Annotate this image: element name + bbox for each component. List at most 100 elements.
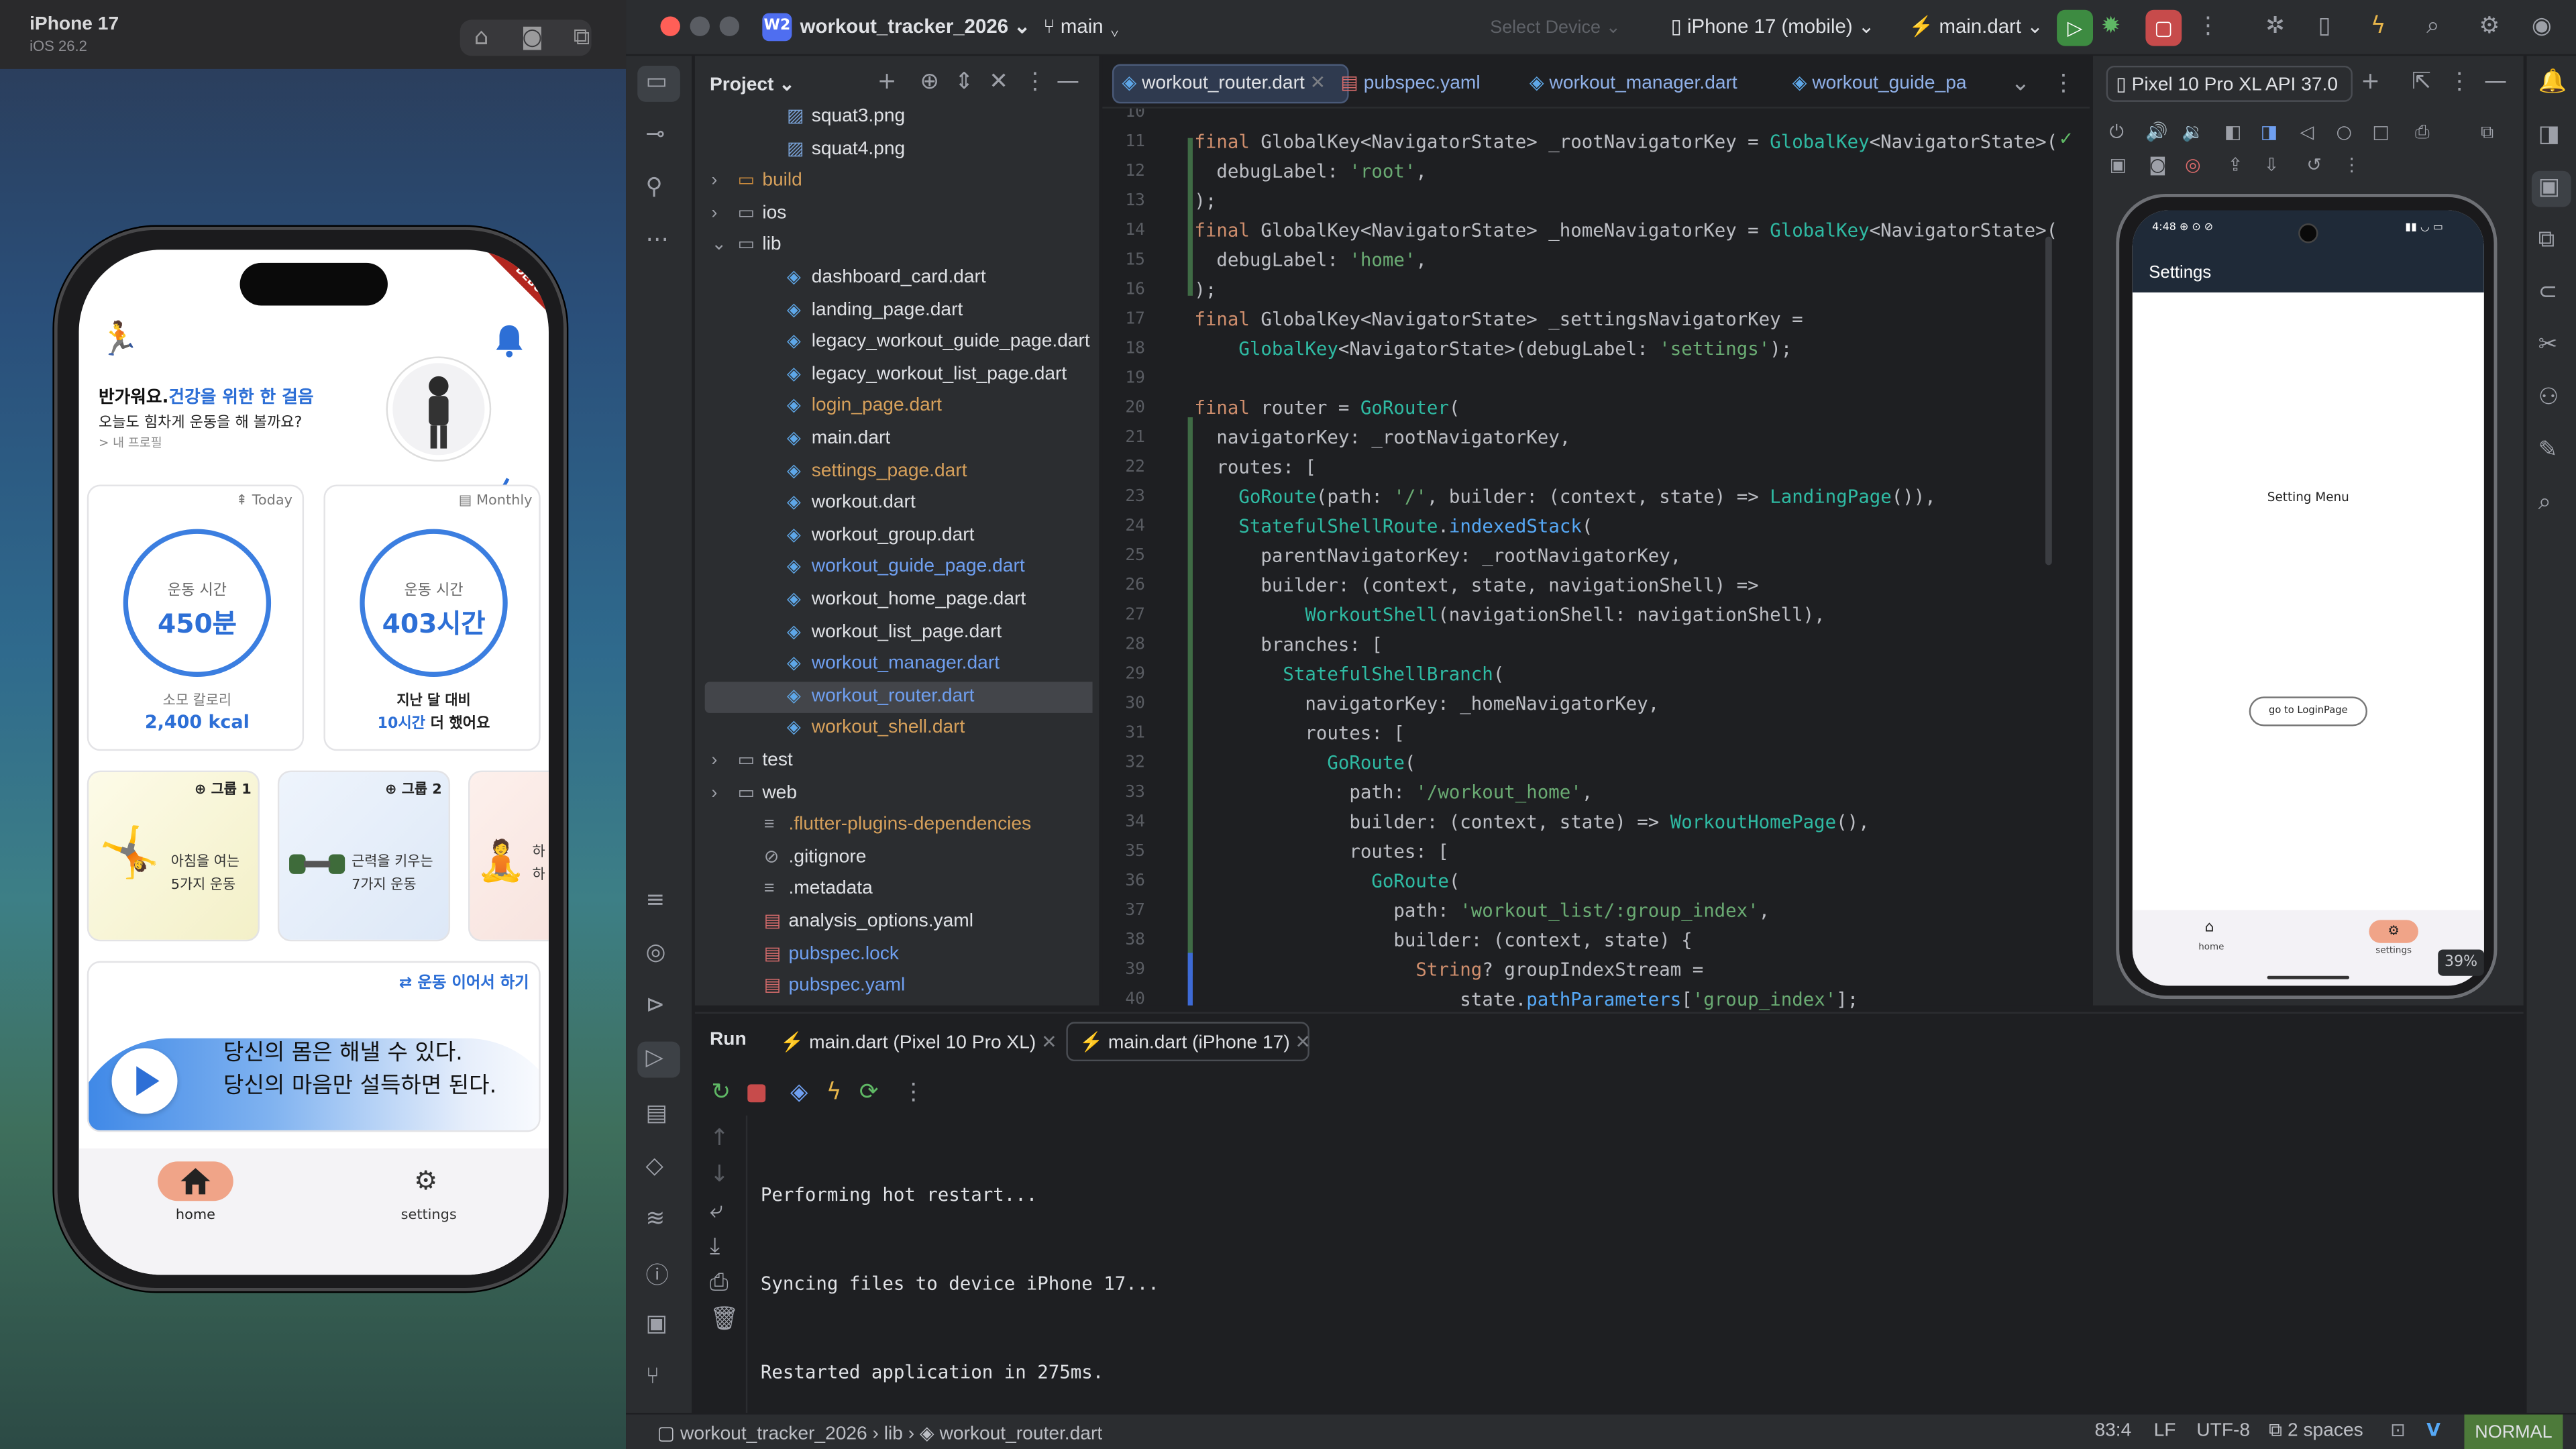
- today-card[interactable]: ⇞ Today 운동 시간 450분 소모 칼로리 2,400 kcal: [87, 484, 305, 751]
- tree-item[interactable]: ◈ workout_home_page.dart: [705, 585, 1093, 616]
- tree-item[interactable]: ◈ dashboard_card.dart: [705, 263, 1093, 294]
- reset-icon[interactable]: ↺: [2306, 154, 2322, 176]
- panel-options-icon[interactable]: ⋮: [2448, 69, 2471, 95]
- minimize-window-button[interactable]: [690, 16, 710, 36]
- close-window-button[interactable]: [660, 16, 680, 36]
- device-manager-icon[interactable]: ▯: [2318, 13, 2331, 40]
- editor-tab[interactable]: ◈ workout_guide_pa: [1792, 64, 1967, 104]
- tree-item[interactable]: ◈ main.dart: [705, 424, 1093, 455]
- display-icon[interactable]: ▣: [2109, 154, 2126, 176]
- gradle-icon[interactable]: ◨: [2538, 121, 2560, 148]
- run-button[interactable]: ▷: [2057, 9, 2094, 46]
- play-button[interactable]: [111, 1048, 178, 1114]
- device-selector[interactable]: ▯ iPhone 17 (mobile) ⌄: [1671, 15, 1875, 38]
- tree-item[interactable]: ▤ analysis_options.yaml: [705, 907, 1093, 938]
- vim-mode[interactable]: NORMAL: [2464, 1414, 2563, 1449]
- tree-item[interactable]: › ▭ ios: [705, 199, 1093, 230]
- zoom-level[interactable]: 39%: [2438, 949, 2484, 976]
- project-name[interactable]: workout_tracker_2026 ⌄: [800, 15, 1030, 38]
- layout-inspector-icon[interactable]: ⌕: [2538, 490, 2551, 516]
- gear-icon[interactable]: ⚙: [414, 1165, 437, 1196]
- scroll-end-icon[interactable]: ⤓: [710, 1234, 720, 1260]
- editor-tab[interactable]: ▤ pubspec.yaml: [1340, 64, 1480, 104]
- tab-list-icon[interactable]: ⌄: [2011, 70, 2031, 97]
- terminal-icon[interactable]: ▣: [645, 1311, 667, 1337]
- tree-item[interactable]: ▨ squat3.png: [705, 102, 1093, 133]
- soft-wrap-icon[interactable]: ⤶: [710, 1197, 722, 1224]
- group-card-3[interactable]: 🧘 하 하: [468, 770, 549, 942]
- open-external-icon[interactable]: ⇱: [2412, 69, 2431, 95]
- structure-icon[interactable]: ⚲: [645, 174, 662, 201]
- inspection-ok-icon[interactable]: ✓: [2059, 128, 2074, 150]
- debug-icon[interactable]: ✹: [2101, 13, 2121, 40]
- group-card-2[interactable]: ⊕ 그룹 2 근력을 키우는 7가지 운동: [277, 770, 451, 942]
- hot-reload-icon[interactable]: ϟ: [826, 1079, 842, 1106]
- stop-icon[interactable]: [747, 1084, 766, 1103]
- run-tab-iphone[interactable]: ⚡ main.dart (iPhone 17) ✕: [1079, 1030, 1311, 1053]
- nav-settings-label[interactable]: settings: [391, 1208, 467, 1224]
- emulator-more-icon[interactable]: ⋮: [2343, 154, 2361, 176]
- add-icon[interactable]: +: [877, 69, 897, 95]
- hot-restart-icon[interactable]: ⟳: [859, 1079, 879, 1106]
- tree-item[interactable]: ◈ legacy_workout_guide_page.dart: [705, 327, 1093, 359]
- emulator-icon[interactable]: ⚇: [2538, 384, 2559, 411]
- print-icon[interactable]: ⎙: [710, 1270, 728, 1296]
- continue-workout-card[interactable]: ⇄ 운동 이어서 하기 당신의 몸은 해낼 수 있다. 당신의 마음만 설득하면…: [87, 961, 541, 1132]
- problems-icon[interactable]: ⓘ: [645, 1258, 668, 1291]
- tools-icon[interactable]: ✂: [2538, 332, 2558, 358]
- tree-item[interactable]: ▤ pubspec.yaml: [705, 971, 1093, 1003]
- branch-selector[interactable]: ⑂ main ⌄: [1043, 15, 1120, 38]
- tree-item[interactable]: ◈ landing_page.dart: [705, 295, 1093, 327]
- gear-icon[interactable]: ⚙: [2369, 920, 2418, 943]
- tree-item[interactable]: ⊘ .gitignore: [705, 843, 1093, 874]
- add-device-icon[interactable]: +: [2361, 69, 2380, 95]
- home-icon[interactable]: ⌂: [2205, 920, 2214, 936]
- folder-icon[interactable]: ▭: [645, 69, 667, 95]
- indent-setting[interactable]: ⧉ 2 spaces: [2269, 1421, 2363, 1442]
- tree-item[interactable]: ◈ workout_manager.dart: [705, 649, 1093, 681]
- edit-icon[interactable]: ✎: [2538, 437, 2558, 463]
- expand-icon[interactable]: ⇕: [955, 69, 974, 95]
- tree-item[interactable]: › ▭ build: [705, 166, 1093, 198]
- group-card-1[interactable]: ⊕ 그룹 1 🤸 아침을 여는 5가지 운동: [87, 770, 260, 942]
- close-icon[interactable]: ✕: [1305, 74, 1326, 93]
- select-device[interactable]: Select Device ⌄: [1490, 16, 1621, 38]
- run-config-selector[interactable]: ⚡ main.dart ⌄: [1909, 15, 2043, 38]
- tree-item[interactable]: ≡ .metadata: [705, 875, 1093, 906]
- go-to-login-button[interactable]: go to LoginPage: [2249, 696, 2367, 727]
- device-explorer-icon[interactable]: ⧉: [2538, 227, 2555, 253]
- search-icon[interactable]: ⌕: [2426, 13, 2439, 40]
- home-icon[interactable]: ⌂: [465, 23, 498, 52]
- snapshot-icon[interactable]: ⎙: [2415, 121, 2430, 144]
- maximize-window-button[interactable]: [719, 16, 740, 36]
- link-icon[interactable]: ⊂: [2538, 279, 2558, 305]
- run-tool-icon[interactable]: ▷: [645, 1045, 663, 1071]
- dart-analysis-icon[interactable]: ≋: [645, 1206, 665, 1232]
- emulator-title[interactable]: ▯ Pixel 10 Pro XL API 37.0: [2116, 72, 2338, 95]
- restart-icon[interactable]: ↻: [711, 1079, 731, 1106]
- cursor-position[interactable]: 83:4: [2094, 1421, 2131, 1440]
- notifications-icon[interactable]: 🔔: [2538, 69, 2567, 95]
- trash-icon[interactable]: 🗑: [710, 1306, 739, 1332]
- options-icon[interactable]: ⋮: [1024, 69, 1046, 95]
- stop-button[interactable]: ▢: [2145, 9, 2182, 46]
- chevron-right-icon[interactable]: ›: [711, 746, 717, 777]
- editor-tab[interactable]: ◈ workout_router.dart ✕: [1122, 64, 1326, 104]
- home-button-icon[interactable]: ○: [2336, 121, 2352, 143]
- account-icon[interactable]: ◉: [2532, 13, 2552, 40]
- tree-item[interactable]: ◈ workout_group.dart: [705, 521, 1093, 552]
- overview-icon[interactable]: □: [2372, 121, 2389, 143]
- chevron-right-icon[interactable]: ›: [711, 199, 717, 230]
- upload-icon[interactable]: ⇪: [2228, 154, 2243, 176]
- line-separator[interactable]: LF: [2154, 1421, 2176, 1440]
- services-icon[interactable]: ⊳: [645, 992, 665, 1018]
- screenshot-icon[interactable]: ◎: [2185, 154, 2201, 176]
- tree-item[interactable]: ◈ workout_router.dart: [704, 681, 1093, 713]
- android-nav-home[interactable]: home: [2192, 943, 2231, 953]
- screenshot-icon[interactable]: ◙: [516, 23, 549, 52]
- rotate-left-icon[interactable]: ◧: [2224, 121, 2241, 143]
- continue-workout-link[interactable]: ⇄ 운동 이어서 하기: [399, 969, 529, 992]
- gem-icon[interactable]: ◇: [645, 1153, 663, 1179]
- scroll-up-icon[interactable]: ↑: [710, 1126, 729, 1152]
- scroll-down-icon[interactable]: ↓: [710, 1161, 729, 1187]
